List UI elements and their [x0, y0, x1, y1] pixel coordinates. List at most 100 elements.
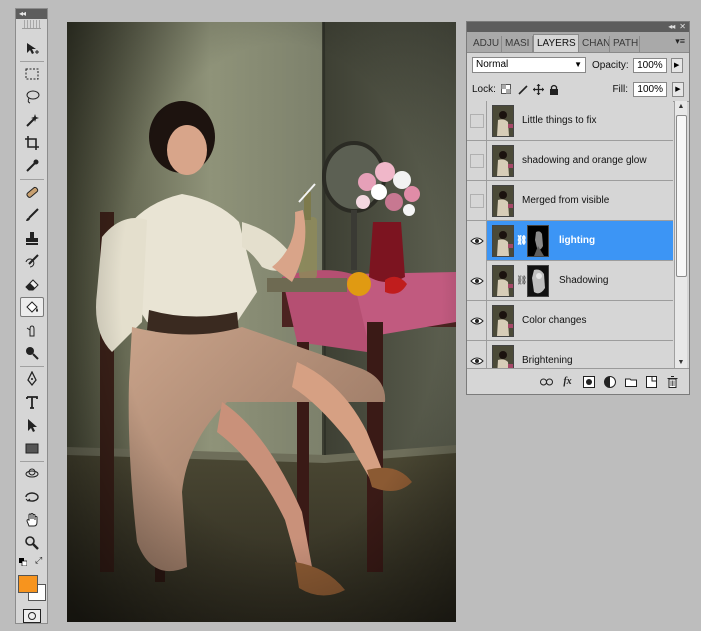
- quick-mask-button[interactable]: [23, 609, 41, 623]
- layer-name[interactable]: Color changes: [522, 315, 586, 326]
- paint-bucket-icon: [26, 301, 38, 313]
- zoom-tool[interactable]: [20, 533, 44, 553]
- link-icon[interactable]: [540, 375, 553, 388]
- layers-scrollbar[interactable]: ▲ ▼: [674, 101, 687, 369]
- rectangle-tool[interactable]: [20, 438, 44, 458]
- panel-collapse-icon[interactable]: ◂◂: [668, 22, 675, 32]
- blend-mode-value: Normal: [476, 59, 509, 70]
- tab-paths[interactable]: PATH: [610, 36, 640, 52]
- tab-masks[interactable]: MASI: [502, 36, 533, 52]
- type-tool[interactable]: [20, 392, 44, 412]
- visibility-toggle[interactable]: [467, 180, 487, 221]
- layer-name[interactable]: lighting: [559, 235, 595, 246]
- rectangular-marquee-icon: [25, 68, 39, 80]
- visibility-toggle[interactable]: [467, 260, 487, 301]
- 3d-orbit-tool[interactable]: [20, 487, 44, 507]
- history-brush-icon: [25, 254, 39, 268]
- layer-thumbnail: [492, 144, 514, 177]
- fill-field[interactable]: 100%: [633, 81, 667, 97]
- visibility-toggle[interactable]: [467, 101, 487, 141]
- lock-all-icon[interactable]: [549, 84, 560, 95]
- adjustment-icon[interactable]: [603, 375, 616, 388]
- lock-position-icon[interactable]: [532, 83, 544, 95]
- lock-transparent-icon[interactable]: [501, 84, 512, 95]
- layer-name[interactable]: Little things to fix: [522, 115, 596, 126]
- default-colors-icon[interactable]: [19, 558, 27, 566]
- trash-icon[interactable]: [666, 375, 679, 388]
- dodge-tool[interactable]: [20, 343, 44, 363]
- scrollbar-thumb[interactable]: [676, 115, 687, 277]
- lock-pixels-brush-icon[interactable]: [517, 84, 528, 95]
- foreground-color-swatch[interactable]: [18, 575, 38, 593]
- 3d-rotate-tool[interactable]: [20, 464, 44, 484]
- layers-list: Little things to fix shadowing and orang…: [467, 101, 673, 369]
- layer-row[interactable]: Color changes: [467, 300, 673, 341]
- photo-image: [67, 22, 456, 622]
- layer-row[interactable]: shadowing and orange glow: [467, 140, 673, 181]
- dodge-icon: [26, 347, 39, 360]
- path-selection-tool[interactable]: [20, 415, 44, 435]
- history-brush-tool[interactable]: [20, 251, 44, 271]
- eyedropper-tool[interactable]: [20, 156, 44, 176]
- layer-row[interactable]: Little things to fix: [467, 101, 673, 141]
- quick-selection-tool[interactable]: [20, 110, 44, 130]
- layer-name[interactable]: Shadowing: [559, 275, 608, 286]
- spot-healing-tool[interactable]: [20, 182, 44, 202]
- clone-stamp-tool[interactable]: [20, 228, 44, 248]
- mask-link-icon[interactable]: ⛓: [516, 235, 527, 246]
- eraser-tool[interactable]: [20, 274, 44, 294]
- mask-link-icon[interactable]: ⛓: [516, 275, 527, 286]
- pen-icon: [27, 371, 37, 387]
- tab-layers[interactable]: LAYERS: [533, 34, 579, 52]
- lock-row: Lock: Fill: 100% ▶: [467, 77, 689, 102]
- layer-row-selected[interactable]: ⛓ lighting: [467, 220, 673, 261]
- hand-tool[interactable]: [20, 510, 44, 530]
- group-icon[interactable]: [624, 375, 637, 388]
- visibility-off-box: [469, 153, 484, 168]
- fx-icon[interactable]: fx: [561, 375, 574, 388]
- visibility-toggle[interactable]: [467, 300, 487, 341]
- layer-mask-thumbnail[interactable]: [527, 264, 549, 297]
- fill-slider-button[interactable]: ▶: [672, 81, 684, 97]
- layer-name[interactable]: Merged from visible: [522, 195, 609, 206]
- panel-titlebar[interactable]: ◂◂ ✕: [467, 22, 689, 32]
- collapse-arrows-icon[interactable]: ◂◂: [19, 9, 26, 18]
- scroll-up-icon[interactable]: ▲: [675, 101, 687, 113]
- pen-tool[interactable]: [20, 369, 44, 389]
- opacity-slider-button[interactable]: ▶: [670, 57, 683, 73]
- layer-name[interactable]: Brightening: [522, 355, 573, 366]
- blur-tool[interactable]: [20, 320, 44, 340]
- move-tool[interactable]: [20, 39, 44, 59]
- layer-row[interactable]: ⛓ Shadowing: [467, 260, 673, 301]
- swap-colors-icon[interactable]: ⤢: [35, 555, 42, 566]
- document-canvas[interactable]: [67, 22, 456, 622]
- marquee-tool[interactable]: [20, 64, 44, 84]
- layer-row[interactable]: Brightening: [467, 340, 673, 369]
- layers-panel: ◂◂ ✕ ADJU MASI LAYERS CHAN PATH ▾≡ Norma…: [466, 21, 690, 395]
- toolbox-grip[interactable]: [22, 20, 41, 29]
- move-icon: [27, 43, 39, 54]
- panel-close-icon[interactable]: ✕: [679, 22, 686, 32]
- toolbox-collapse[interactable]: ◂◂: [16, 9, 47, 19]
- visibility-toggle[interactable]: [467, 140, 487, 181]
- tab-channels[interactable]: CHAN: [579, 36, 610, 52]
- add-mask-icon[interactable]: [582, 375, 595, 388]
- paint-bucket-tool[interactable]: [20, 297, 44, 317]
- crop-icon: [25, 136, 39, 150]
- opacity-field[interactable]: 100%: [632, 57, 667, 73]
- brush-tool[interactable]: [20, 205, 44, 225]
- eye-icon: [469, 277, 484, 284]
- panel-menu-icon[interactable]: ▾≡: [675, 36, 685, 47]
- visibility-toggle[interactable]: [467, 220, 487, 261]
- visibility-toggle[interactable]: [467, 340, 487, 369]
- blend-mode-select[interactable]: Normal ▼: [472, 57, 586, 73]
- layer-name[interactable]: shadowing and orange glow: [522, 155, 647, 166]
- tab-adjustments[interactable]: ADJU: [470, 36, 502, 52]
- rectangle-shape-icon: [25, 443, 39, 454]
- layer-mask-thumbnail[interactable]: [527, 224, 549, 257]
- layer-row[interactable]: Merged from visible: [467, 180, 673, 221]
- crop-tool[interactable]: [20, 133, 44, 153]
- new-layer-icon[interactable]: [645, 375, 658, 388]
- blend-row: Normal ▼ Opacity: 100% ▶: [467, 53, 689, 77]
- lasso-tool[interactable]: [20, 87, 44, 107]
